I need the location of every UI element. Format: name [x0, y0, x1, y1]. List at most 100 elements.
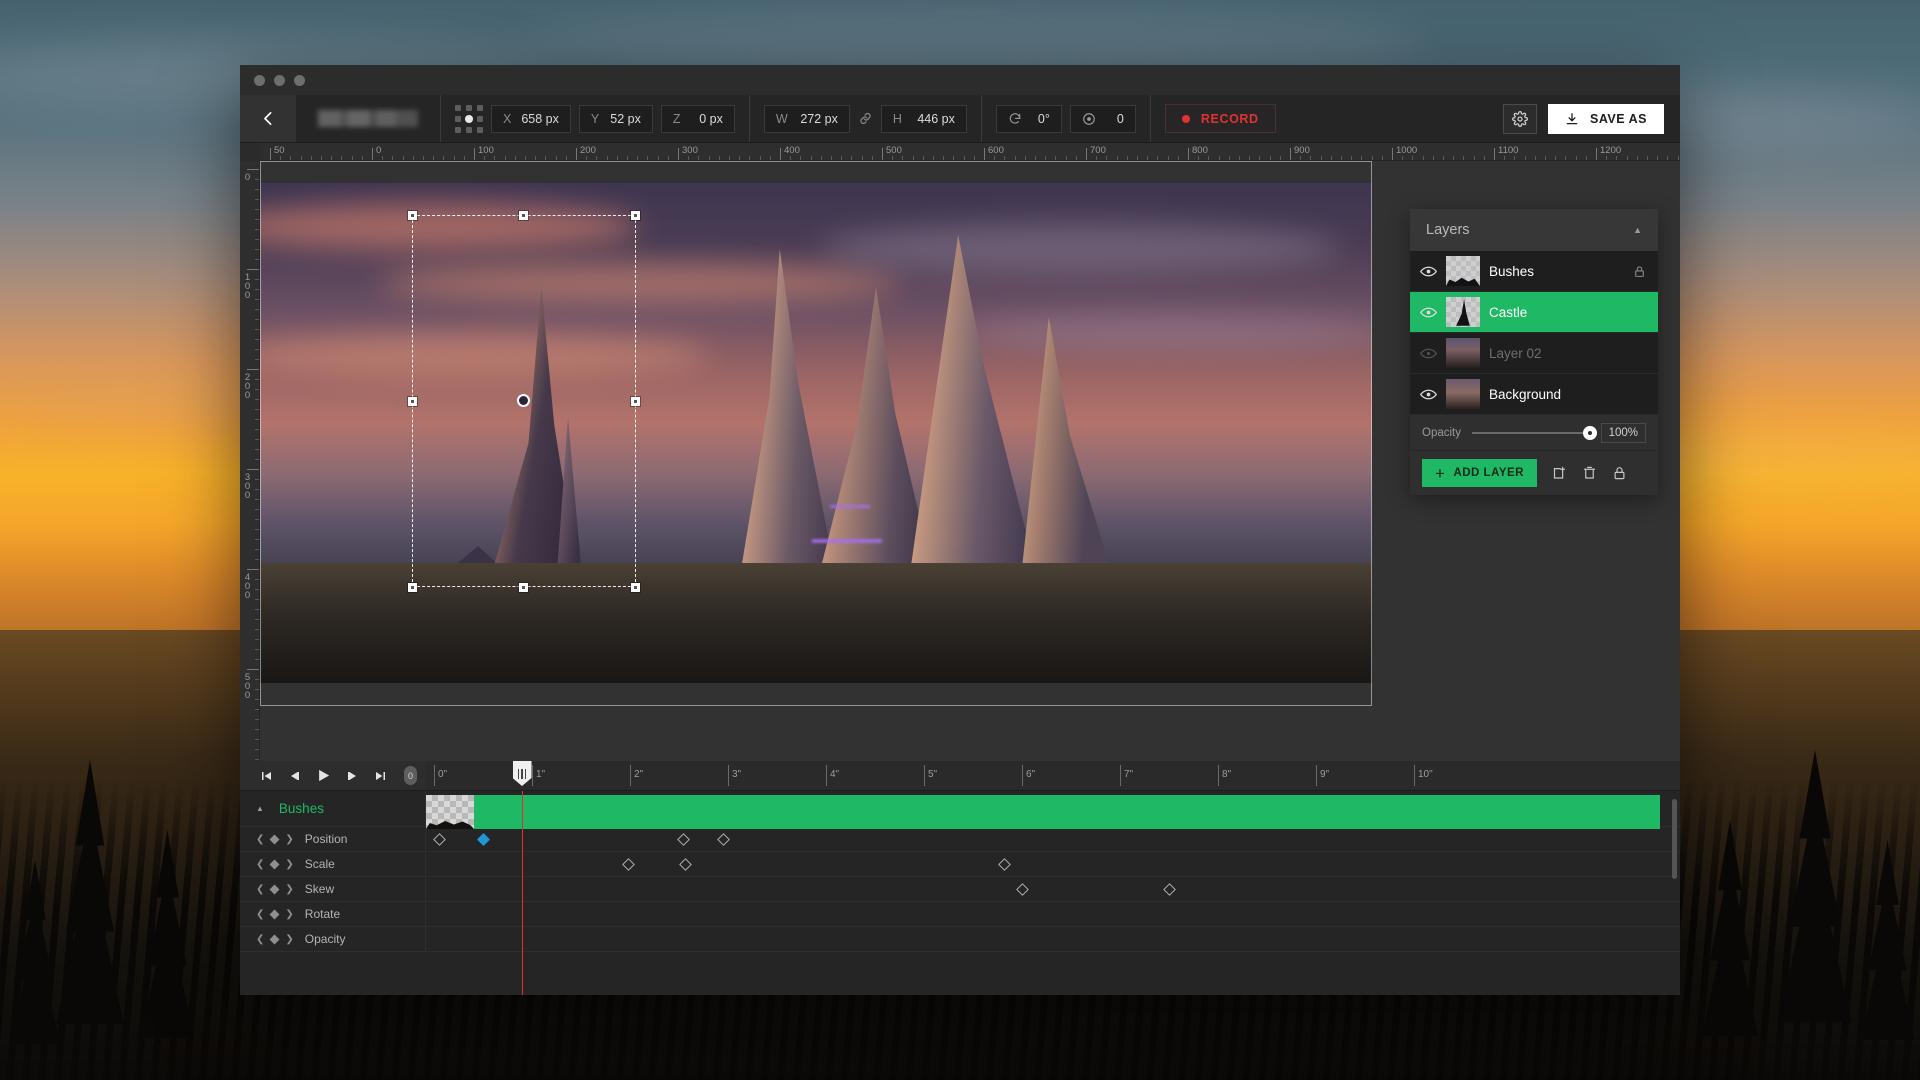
eye-visible-icon[interactable] — [1419, 307, 1437, 318]
chevron-up-icon[interactable]: ▲ — [1633, 225, 1642, 235]
eye-hidden-icon[interactable] — [1419, 348, 1437, 359]
save-as-button[interactable]: SAVE AS — [1548, 103, 1664, 134]
selection-handle-tc[interactable] — [519, 211, 528, 220]
layer-lock-icon[interactable] — [1633, 264, 1646, 279]
prev-keyframe-button[interactable]: ❮ — [256, 834, 264, 845]
timeline-row-opacity[interactable]: ❮ ❯ Opacity — [240, 927, 1680, 952]
add-keyframe-button[interactable] — [269, 834, 280, 844]
next-keyframe-button[interactable]: ❯ — [285, 934, 293, 945]
timeline-group-row[interactable]: ▲ Bushes — [240, 791, 1680, 879]
anchor-cell-tc[interactable] — [466, 104, 472, 111]
keyframe-marker[interactable] — [621, 857, 635, 871]
layer-row-castle[interactable]: Castle — [1410, 292, 1658, 333]
prev-keyframe-button[interactable]: ❮ — [256, 884, 264, 895]
layer-row-background[interactable]: Background — [1410, 374, 1658, 415]
corner-radius-field[interactable]: 0 — [1069, 104, 1136, 133]
anchor-cell-bc[interactable] — [466, 126, 472, 133]
keyframe-marker[interactable] — [432, 832, 446, 846]
add-keyframe-button[interactable] — [269, 934, 280, 944]
keyframe-marker[interactable] — [716, 832, 730, 846]
rotation-field[interactable]: 0° — [995, 104, 1062, 133]
layer-row-bushes[interactable]: Bushes — [1410, 251, 1658, 292]
timeline-scrollbar[interactable] — [1672, 799, 1677, 879]
opacity-slider[interactable] — [1472, 425, 1597, 440]
prev-keyframe-button[interactable]: ❮ — [256, 909, 264, 920]
selection-handle-br[interactable] — [631, 583, 640, 592]
anchor-cell-tr[interactable] — [477, 104, 483, 111]
timeline-row-skew[interactable]: ❮ ❯ Skew — [240, 877, 1680, 902]
selection-handle-bl[interactable] — [408, 583, 417, 592]
horizontal-ruler[interactable]: 50 0 100 200 300 400 500 600 700 800 900 1000 1100 12… — [260, 143, 1680, 161]
next-keyframe-button[interactable]: ❯ — [285, 884, 293, 895]
timeline-property-track[interactable] — [426, 827, 1680, 851]
prev-keyframe-button[interactable]: ❮ — [256, 859, 264, 870]
timeline-property-track[interactable] — [426, 927, 1680, 951]
eye-visible-icon[interactable] — [1419, 389, 1437, 400]
anchor-point-icon[interactable] — [517, 394, 530, 407]
skip-to-end-icon[interactable] — [374, 770, 387, 782]
window-maximize-button[interactable] — [294, 74, 305, 86]
opacity-slider-knob[interactable] — [1582, 425, 1597, 440]
z-field[interactable]: Z 0 px — [660, 104, 735, 133]
timeline-property-track[interactable] — [426, 877, 1680, 901]
anchor-cell-bl[interactable] — [455, 126, 461, 133]
anchor-cell-ml[interactable] — [455, 115, 461, 122]
keyframe-marker[interactable] — [678, 857, 692, 871]
next-keyframe-button[interactable]: ❯ — [285, 859, 293, 870]
timeline-row-position[interactable]: ❮ ❯ Position — [240, 827, 1680, 852]
prev-keyframe-button[interactable]: ❮ — [256, 934, 264, 945]
anchor-point-grid-icon[interactable] — [455, 104, 483, 133]
selection-handle-ml[interactable] — [408, 397, 417, 406]
layer-row-layer-02[interactable]: Layer 02 — [1410, 333, 1658, 374]
play-icon[interactable] — [316, 768, 331, 783]
next-keyframe-button[interactable]: ❯ — [285, 834, 293, 845]
selection-handle-mr[interactable] — [631, 397, 640, 406]
back-button[interactable] — [240, 95, 296, 142]
y-field[interactable]: Y 52 px — [578, 104, 653, 133]
keyframe-marker[interactable] — [1015, 882, 1029, 896]
height-field[interactable]: H 446 px — [880, 104, 967, 133]
add-keyframe-button[interactable] — [269, 909, 280, 919]
caret-up-icon[interactable]: ▲ — [256, 804, 264, 813]
settings-button[interactable] — [1503, 103, 1537, 134]
next-keyframe-button[interactable]: ❯ — [285, 909, 293, 920]
keyframe-marker[interactable] — [676, 832, 690, 846]
x-field[interactable]: X 658 px — [491, 104, 571, 133]
timeline-group-track[interactable] — [426, 791, 1680, 879]
eye-visible-icon[interactable] — [1419, 266, 1437, 277]
lock-layer-icon[interactable] — [1612, 465, 1627, 481]
anchor-cell-br[interactable] — [477, 126, 483, 133]
anchor-cell-mr[interactable] — [477, 115, 483, 122]
skip-to-start-icon[interactable] — [260, 770, 273, 782]
canvas-viewport[interactable]: Layers ▲ Bushes Castle Layer 02 Background … — [260, 161, 1680, 761]
timeline-row-rotate[interactable]: ❮ ❯ Rotate — [240, 902, 1680, 927]
anchor-cell-tl[interactable] — [455, 104, 461, 111]
add-keyframe-button[interactable] — [269, 884, 280, 894]
link-icon[interactable] — [858, 111, 873, 126]
record-button[interactable]: RECORD — [1164, 104, 1276, 133]
artboard[interactable] — [260, 183, 1372, 683]
keyframe-marker[interactable] — [476, 832, 490, 846]
add-keyframe-button[interactable] — [269, 859, 280, 869]
selection-handle-bc[interactable] — [519, 583, 528, 592]
window-close-button[interactable] — [254, 74, 265, 86]
selection-handle-tl[interactable] — [408, 211, 417, 220]
timeline-property-track[interactable] — [426, 902, 1680, 926]
window-minimize-button[interactable] — [274, 74, 285, 86]
duplicate-layer-icon[interactable] — [1552, 465, 1567, 481]
timeline-row-scale[interactable]: ❮ ❯ Scale — [240, 852, 1680, 877]
keyframe-marker[interactable] — [1162, 882, 1176, 896]
keyframe-marker[interactable] — [997, 857, 1011, 871]
timeline-property-track[interactable] — [426, 852, 1680, 876]
anchor-cell-mc[interactable] — [464, 114, 474, 123]
timeline-clip-bar[interactable] — [474, 795, 1660, 829]
selection-handle-tr[interactable] — [631, 211, 640, 220]
step-forward-icon[interactable] — [346, 770, 359, 782]
vertical-ruler[interactable]: 0 100 200 300 400 500 — [240, 161, 260, 761]
width-field[interactable]: W 272 px — [763, 104, 850, 133]
marker-icon[interactable]: 0 — [404, 766, 417, 785]
timeline-ruler[interactable]: 0" 1" 2" 3" 4" 5" 6" 7" 8" 9" 10" — [426, 761, 1680, 790]
step-backward-icon[interactable] — [288, 770, 301, 782]
opacity-value[interactable]: 100% — [1600, 422, 1646, 443]
playhead-scrubber[interactable] — [512, 761, 532, 786]
